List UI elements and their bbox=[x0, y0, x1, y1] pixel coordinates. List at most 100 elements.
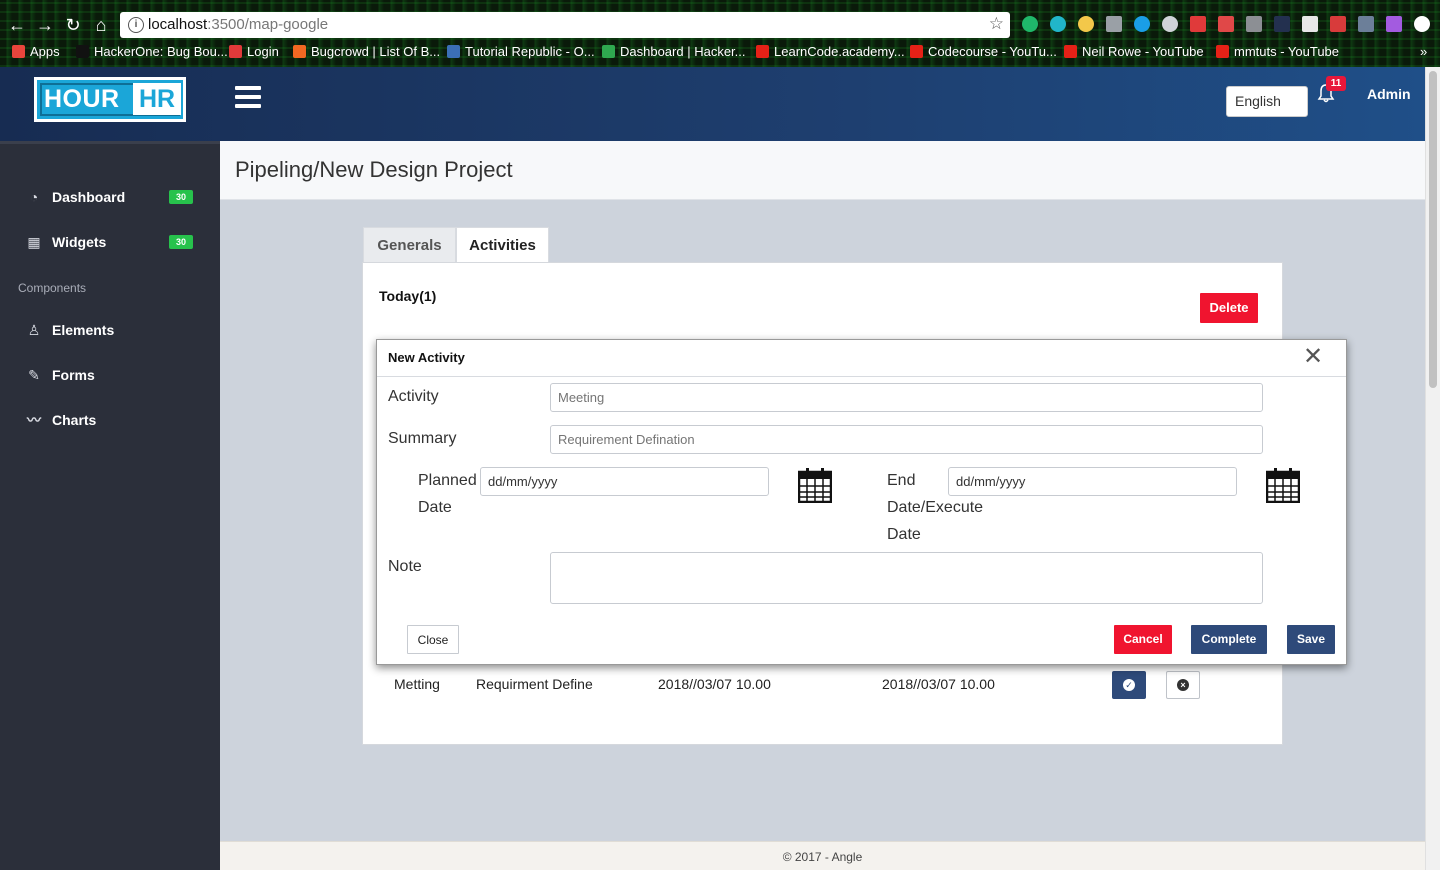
planned-date-input[interactable]: dd/mm/yyyy bbox=[480, 467, 769, 496]
dashboard-count-badge: 30 bbox=[169, 190, 193, 204]
page-scrollbar[interactable] bbox=[1425, 67, 1440, 870]
save-button[interactable]: Save bbox=[1287, 625, 1335, 654]
grammarly-extension-icon[interactable] bbox=[1022, 16, 1038, 32]
page-title: Pipeling/New Design Project bbox=[235, 157, 513, 182]
sidebar-item-label: Forms bbox=[52, 367, 95, 383]
url-path: :3500/map-google bbox=[207, 16, 329, 33]
end-date-input[interactable]: dd/mm/yyyy bbox=[948, 467, 1237, 496]
sidebar-item-forms[interactable]: ✎ Forms bbox=[0, 361, 220, 391]
pocket-extension-icon[interactable] bbox=[1218, 16, 1234, 32]
todoist-extension-icon[interactable] bbox=[1190, 16, 1206, 32]
bookmark-label: LearnCode.academy... bbox=[774, 44, 905, 59]
app-header: HOUR HR English 11 Admin bbox=[0, 67, 1425, 141]
sidebar-item-widgets[interactable]: ▦ Widgets 30 bbox=[0, 228, 220, 258]
language-select[interactable]: English bbox=[1226, 86, 1308, 117]
bookmark-favicon-icon bbox=[756, 45, 769, 58]
back-arrow-icon[interactable]: ← bbox=[6, 14, 28, 36]
n-extension-icon[interactable] bbox=[1274, 16, 1290, 32]
bookmark-item[interactable]: Neil Rowe - YouTube bbox=[1064, 44, 1204, 59]
cancel-button[interactable]: Cancel bbox=[1114, 625, 1172, 654]
gift-extension-icon[interactable] bbox=[1330, 16, 1346, 32]
sidebar-heading-components: Components bbox=[18, 281, 87, 295]
delete-button[interactable]: Delete bbox=[1200, 293, 1258, 323]
calendar-icon[interactable] bbox=[1266, 467, 1300, 503]
address-bar[interactable]: i localhost:3500/map-google ☆ bbox=[120, 12, 1010, 38]
planned-label-line: Planned bbox=[418, 472, 477, 489]
bookmark-label: Tutorial Republic - O... bbox=[465, 44, 595, 59]
sidebar-item-elements[interactable]: ♙ Elements bbox=[0, 316, 220, 346]
footer-copyright: © 2017 - Angle bbox=[782, 850, 863, 864]
eyedropper-extension-icon[interactable] bbox=[1358, 16, 1374, 32]
bookmark-label: Neil Rowe - YouTube bbox=[1082, 44, 1204, 59]
map-pin-extension-icon[interactable] bbox=[1246, 16, 1262, 32]
home-icon[interactable]: ⌂ bbox=[90, 14, 112, 36]
bookmarks-overflow-icon[interactable]: » bbox=[1420, 44, 1427, 59]
bookmark-item[interactable]: Bugcrowd | List Of B... bbox=[293, 44, 440, 59]
planned-date-label: Planned Date bbox=[418, 467, 477, 521]
footer: © 2017 - Angle bbox=[220, 841, 1425, 870]
sidebar: ◔ Dashboard 30 ▦ Widgets 30 Components ♙… bbox=[0, 141, 220, 870]
summary-input[interactable] bbox=[550, 425, 1263, 454]
chart-line-icon: 〰 bbox=[27, 412, 41, 428]
modal-header: New Activity ✕ bbox=[377, 340, 1346, 377]
bookmark-item[interactable]: Apps bbox=[12, 44, 60, 59]
note-textarea[interactable] bbox=[550, 552, 1263, 604]
bookmark-item[interactable]: Login bbox=[229, 44, 279, 59]
scrollbar-thumb[interactable] bbox=[1429, 71, 1437, 388]
bookmark-label: Apps bbox=[30, 44, 60, 59]
logo-hr-text: HR bbox=[133, 83, 182, 115]
sync-extension-icon[interactable] bbox=[1134, 16, 1150, 32]
forward-arrow-icon[interactable]: → bbox=[34, 14, 56, 36]
drive-extension-icon[interactable] bbox=[1106, 16, 1122, 32]
tab-generals[interactable]: Generals bbox=[363, 227, 456, 263]
bookmark-favicon-icon bbox=[76, 45, 89, 58]
skype-extension-icon[interactable] bbox=[1162, 16, 1178, 32]
coin-extension-icon[interactable] bbox=[1078, 16, 1094, 32]
bookmark-item[interactable]: mmtuts - YouTube bbox=[1216, 44, 1339, 59]
bookmark-item[interactable]: HackerOne: Bug Bou... bbox=[76, 44, 228, 59]
end-label-line: Date bbox=[887, 526, 921, 543]
close-icon[interactable]: ✕ bbox=[1301, 345, 1325, 369]
planned-label-line: Date bbox=[418, 499, 452, 516]
chess-pawn-icon: ♙ bbox=[27, 322, 41, 338]
calendar-icon[interactable] bbox=[798, 467, 832, 503]
close-button[interactable]: Close bbox=[407, 625, 459, 654]
bookmark-label: Dashboard | Hacker... bbox=[620, 44, 746, 59]
bookmark-item[interactable]: Codecourse - YouTu... bbox=[910, 44, 1057, 59]
browser-toolbar: ← → ↻ ⌂ i localhost:3500/map-google ☆ Ap… bbox=[0, 0, 1440, 67]
remove-row-button[interactable]: × bbox=[1166, 671, 1200, 699]
reload-icon[interactable]: ↻ bbox=[62, 14, 84, 36]
complete-button[interactable]: Complete bbox=[1191, 625, 1267, 654]
menu-dots-icon[interactable] bbox=[1414, 16, 1430, 32]
complete-row-button[interactable]: ✓ bbox=[1112, 671, 1146, 699]
page-heading-bar: Pipeling/New Design Project bbox=[220, 141, 1425, 200]
row-summary: Requirment Define bbox=[476, 676, 593, 692]
bookmark-favicon-icon bbox=[910, 45, 923, 58]
bookmark-star-icon[interactable]: ☆ bbox=[989, 14, 1004, 34]
sidebar-item-charts[interactable]: 〰 Charts bbox=[0, 406, 220, 436]
activity-input[interactable] bbox=[550, 383, 1263, 412]
tab-activities[interactable]: Activities bbox=[456, 227, 549, 263]
bookmark-label: HackerOne: Bug Bou... bbox=[94, 44, 228, 59]
bookmark-label: Bugcrowd | List Of B... bbox=[311, 44, 441, 59]
bookmark-item[interactable]: Dashboard | Hacker... bbox=[602, 44, 746, 59]
bookmark-favicon-icon bbox=[293, 45, 306, 58]
hamburger-menu-icon[interactable] bbox=[235, 86, 261, 110]
activity-label: Activity bbox=[388, 388, 439, 405]
bookmark-favicon-icon bbox=[1064, 45, 1077, 58]
user-menu[interactable]: Admin bbox=[1367, 86, 1411, 102]
info-icon[interactable]: i bbox=[128, 17, 144, 33]
bookmark-favicon-icon bbox=[1216, 45, 1229, 58]
sidebar-item-dashboard[interactable]: ◔ Dashboard 30 bbox=[0, 183, 220, 213]
blank-extension-icon[interactable] bbox=[1302, 16, 1318, 32]
pen-extension-icon[interactable] bbox=[1386, 16, 1402, 32]
sidebar-item-label: Elements bbox=[52, 322, 115, 338]
bookmark-favicon-icon bbox=[602, 45, 615, 58]
widgets-count-badge: 30 bbox=[169, 235, 193, 249]
bookmark-item[interactable]: Tutorial Republic - O... bbox=[447, 44, 595, 59]
m-extension-icon[interactable] bbox=[1050, 16, 1066, 32]
grid-icon: ▦ bbox=[27, 234, 41, 250]
row-end-date: 2018//03/07 10.00 bbox=[882, 676, 995, 692]
hourhr-logo[interactable]: HOUR HR bbox=[34, 77, 186, 122]
bookmark-item[interactable]: LearnCode.academy... bbox=[756, 44, 905, 59]
